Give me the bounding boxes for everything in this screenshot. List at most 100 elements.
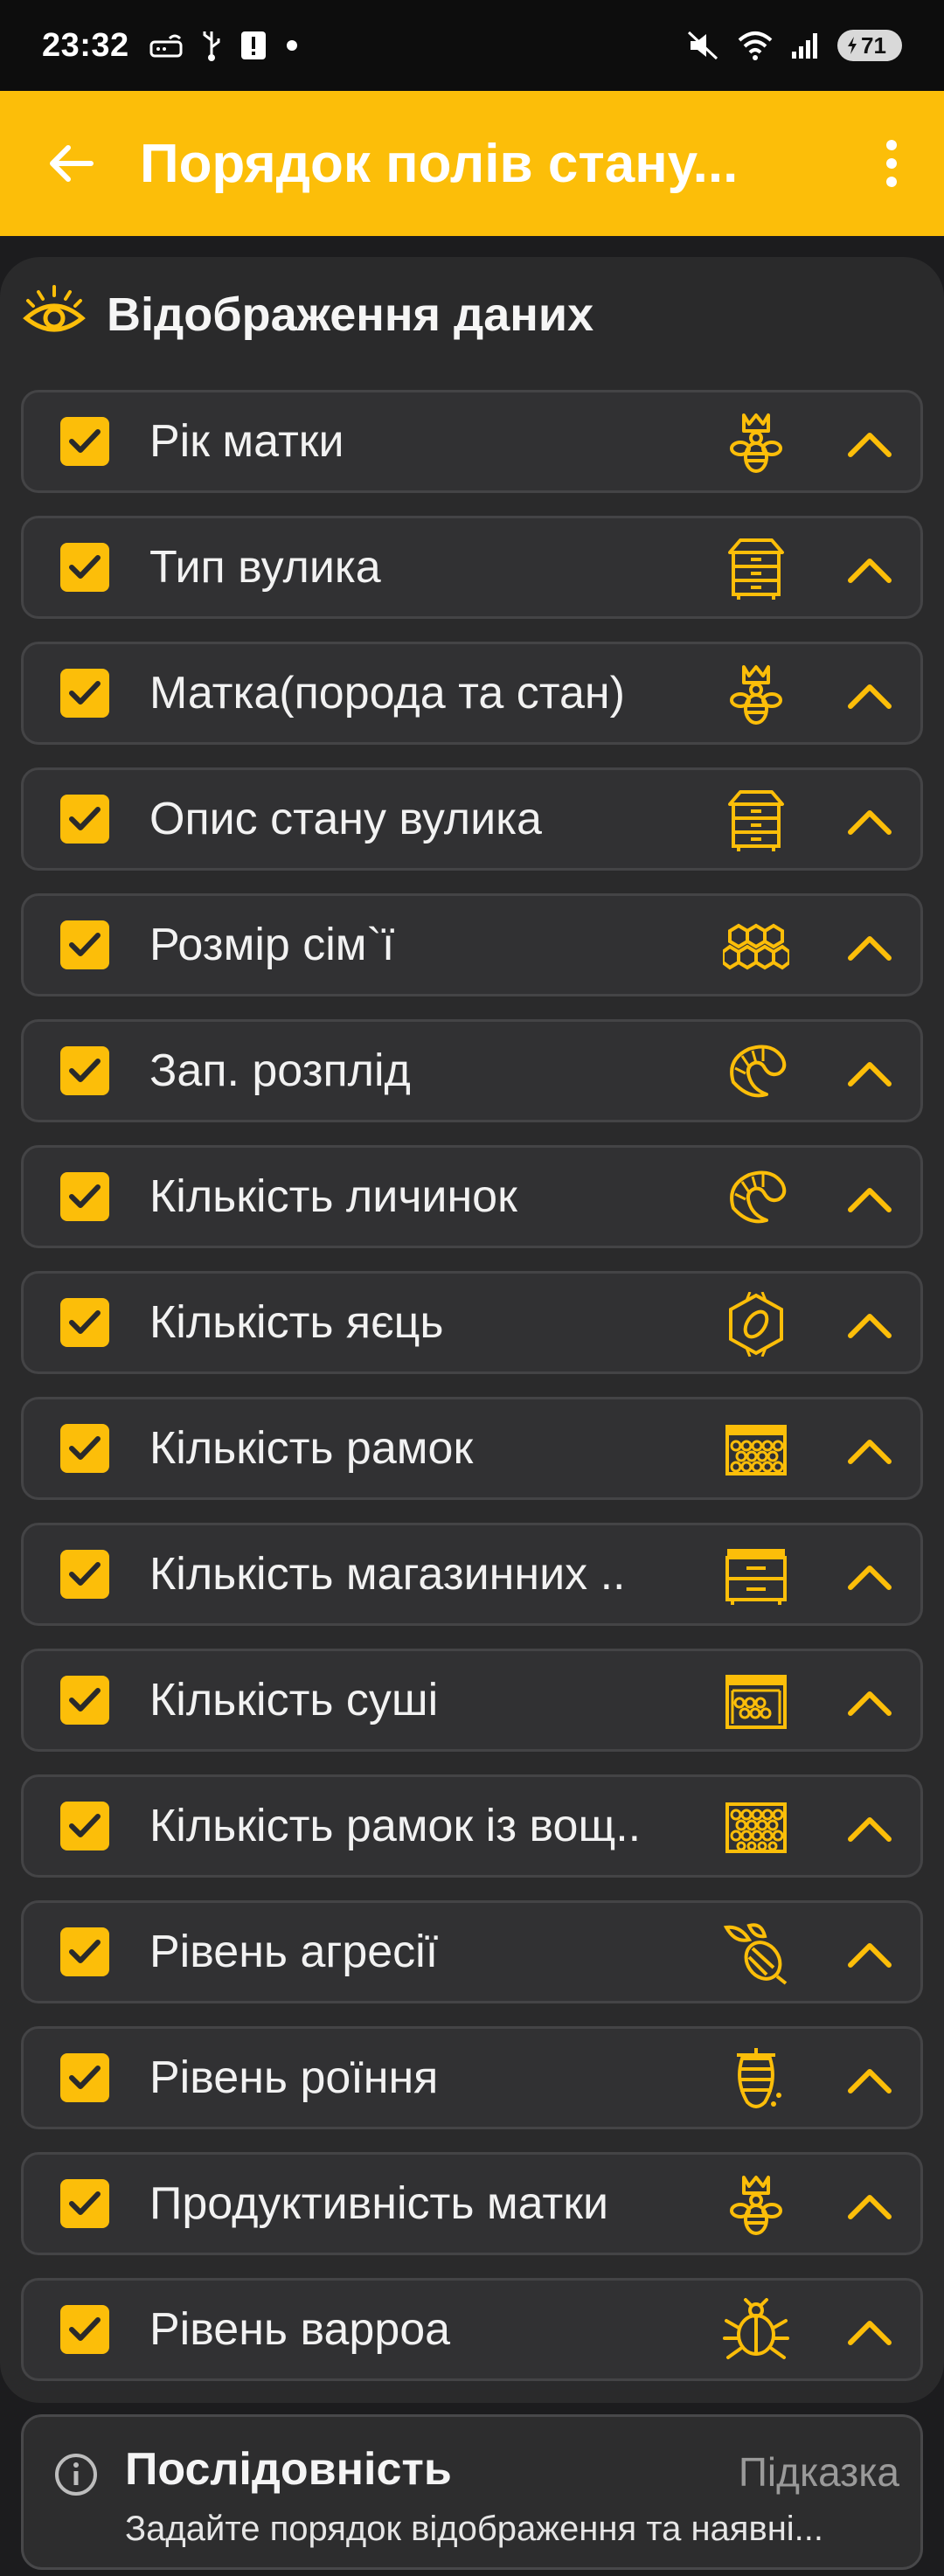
field-row[interactable]: Розмір сім`ї xyxy=(21,893,923,996)
check-icon xyxy=(69,1436,101,1460)
field-row[interactable]: Кількість суші xyxy=(21,1649,923,1752)
field-label: Зап. розплід xyxy=(149,1045,411,1096)
field-checkbox[interactable] xyxy=(60,2179,109,2228)
back-button[interactable] xyxy=(0,91,140,236)
field-label: Кількість рамок із вощ.. xyxy=(149,1801,642,1851)
chevron-up-icon xyxy=(848,1062,892,1087)
field-label: Продуктивність матки xyxy=(149,2178,609,2229)
bee-sting-icon xyxy=(723,1920,789,1987)
hint-title: Послідовність xyxy=(125,2444,452,2495)
field-list: Рік матки Тип вулика Матка(порода та стан)… xyxy=(21,390,923,2404)
check-icon xyxy=(69,2066,101,2089)
field-row[interactable]: Тип вулика xyxy=(21,516,923,619)
field-row[interactable]: Кількість яєць xyxy=(21,1271,923,1374)
status-time: 23:32 xyxy=(42,26,129,64)
move-up-button[interactable] xyxy=(843,1173,896,1226)
check-icon xyxy=(69,2317,101,2341)
chevron-up-icon xyxy=(848,433,892,457)
section-title: Відображення даних xyxy=(107,288,594,341)
field-checkbox[interactable] xyxy=(60,669,109,718)
field-checkbox[interactable] xyxy=(60,1424,109,1473)
chevron-up-icon xyxy=(848,559,892,583)
field-row[interactable]: Кількість магазинних .. xyxy=(21,1523,923,1626)
check-icon xyxy=(69,1184,101,1208)
field-checkbox[interactable] xyxy=(60,1676,109,1725)
field-row[interactable]: Продуктивність матки xyxy=(21,2152,923,2255)
chevron-up-icon xyxy=(848,1188,892,1212)
field-label: Кількість суші xyxy=(149,1675,439,1725)
move-up-button[interactable] xyxy=(843,1047,896,1100)
field-checkbox[interactable] xyxy=(60,2053,109,2102)
move-up-button[interactable] xyxy=(843,1425,896,1477)
field-row[interactable]: Кількість личинок xyxy=(21,1145,923,1248)
chevron-up-icon xyxy=(848,1314,892,1338)
field-checkbox[interactable] xyxy=(60,1298,109,1347)
field-row[interactable]: Рівень роїння xyxy=(21,2026,923,2129)
move-up-button[interactable] xyxy=(843,1677,896,1729)
field-label: Рівень агресії xyxy=(149,1927,439,1977)
field-label: Кількість магазинних .. xyxy=(149,1549,626,1600)
field-label: Опис стану вулика xyxy=(149,794,542,844)
move-up-button[interactable] xyxy=(843,418,896,470)
move-up-button[interactable] xyxy=(843,795,896,848)
check-icon xyxy=(69,2191,101,2215)
check-icon xyxy=(69,1688,101,1712)
more-menu-button[interactable] xyxy=(839,91,944,236)
check-icon xyxy=(69,933,101,956)
field-row[interactable]: Опис стану вулика xyxy=(21,767,923,871)
field-checkbox[interactable] xyxy=(60,543,109,592)
info-icon xyxy=(55,2454,97,2496)
field-checkbox[interactable] xyxy=(60,795,109,844)
move-up-button[interactable] xyxy=(843,2180,896,2232)
page-title: Порядок полів стану... xyxy=(140,133,739,194)
field-label: Кількість личинок xyxy=(149,1171,517,1222)
usb-icon xyxy=(199,28,224,63)
field-row[interactable]: Рівень варроа xyxy=(21,2278,923,2381)
field-row[interactable]: Зап. розплід xyxy=(21,1019,923,1122)
queen-bee-icon xyxy=(723,410,789,476)
hint-card[interactable]: Послідовність Підказка Задайте порядок в… xyxy=(21,2414,923,2570)
move-up-button[interactable] xyxy=(843,1928,896,1981)
egg-cell-icon xyxy=(723,1291,789,1357)
field-checkbox[interactable] xyxy=(60,1550,109,1599)
hint-link[interactable]: Підказка xyxy=(739,2448,899,2496)
mute-icon xyxy=(685,29,720,62)
wax-frame-icon xyxy=(723,1795,789,1861)
field-checkbox[interactable] xyxy=(60,2305,109,2354)
chevron-up-icon xyxy=(848,1691,892,1716)
chevron-up-icon xyxy=(848,810,892,835)
move-up-button[interactable] xyxy=(843,670,896,722)
chevron-up-icon xyxy=(848,2069,892,2093)
queen-bee-icon xyxy=(723,2172,789,2239)
status-bar: 23:32 71 xyxy=(0,0,944,91)
field-row[interactable]: Кількість рамок із вощ.. xyxy=(21,1774,923,1878)
field-row[interactable]: Кількість рамок xyxy=(21,1397,923,1500)
move-up-button[interactable] xyxy=(843,544,896,596)
move-up-button[interactable] xyxy=(843,1551,896,1603)
move-up-button[interactable] xyxy=(843,921,896,974)
field-row[interactable]: Матка(порода та стан) xyxy=(21,642,923,745)
move-up-button[interactable] xyxy=(843,1299,896,1351)
move-up-button[interactable] xyxy=(843,2054,896,2107)
move-up-button[interactable] xyxy=(843,1802,896,1855)
field-checkbox[interactable] xyxy=(60,1172,109,1221)
field-checkbox[interactable] xyxy=(60,1802,109,1850)
mite-icon xyxy=(723,2298,789,2364)
chevron-up-icon xyxy=(848,684,892,709)
check-icon xyxy=(69,681,101,705)
field-checkbox[interactable] xyxy=(60,1927,109,1976)
field-label: Тип вулика xyxy=(149,542,381,593)
field-label: Рівень варроа xyxy=(149,2304,451,2355)
field-row[interactable]: Рік матки xyxy=(21,390,923,493)
move-up-button[interactable] xyxy=(843,2306,896,2358)
field-checkbox[interactable] xyxy=(60,1046,109,1095)
larva-icon xyxy=(723,1039,789,1106)
app-bar: Порядок полів стану... xyxy=(0,91,944,236)
battery-icon: 71 xyxy=(837,30,902,61)
field-row[interactable]: Рівень агресії xyxy=(21,1900,923,2003)
field-checkbox[interactable] xyxy=(60,417,109,466)
hint-text: Задайте порядок відображення та наявні..… xyxy=(125,2510,824,2548)
field-checkbox[interactable] xyxy=(60,920,109,969)
chevron-up-icon xyxy=(848,1817,892,1842)
swarm-icon xyxy=(723,2046,789,2113)
